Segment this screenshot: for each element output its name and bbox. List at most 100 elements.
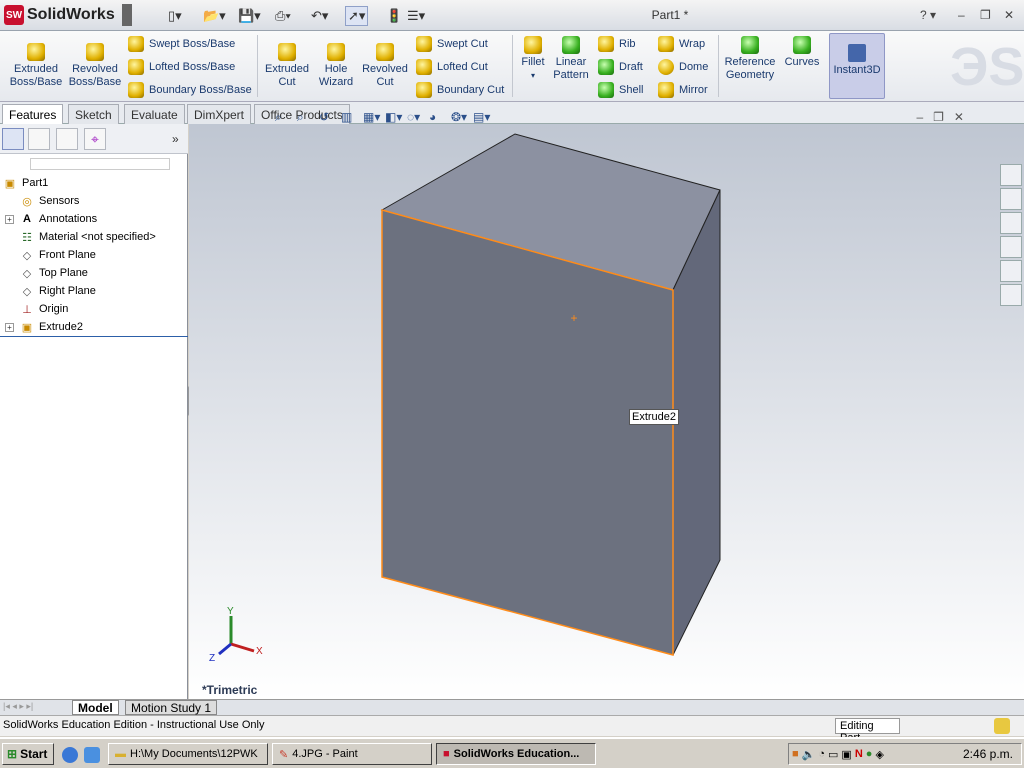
norton-icon[interactable]: N: [855, 748, 863, 760]
reference-geometry-button[interactable]: Reference Geometry: [722, 36, 778, 82]
volume-icon[interactable]: 🔈: [802, 748, 816, 761]
section-view-icon[interactable]: ▥: [341, 110, 357, 126]
custom-properties-icon[interactable]: [1000, 284, 1022, 306]
start-button[interactable]: ⊞ Start: [2, 743, 54, 765]
lofted-cut-button[interactable]: Lofted Cut: [416, 59, 488, 75]
mirror-button[interactable]: Mirror: [658, 82, 708, 98]
file-explorer-icon[interactable]: [1000, 212, 1022, 234]
tab-scroll-arrows-icon[interactable]: |◂ ◂ ▸ ▸|: [3, 701, 33, 712]
solidworks-logo[interactable]: SW SolidWorks: [4, 4, 132, 26]
wrap-button[interactable]: Wrap: [658, 36, 705, 52]
view-orientation-icon[interactable]: ▦▾: [363, 110, 380, 126]
tab-motion-study-1[interactable]: Motion Study 1: [125, 700, 218, 715]
view-settings-icon[interactable]: ▤▾: [473, 110, 490, 126]
fillet-button[interactable]: Fillet ▾: [518, 36, 548, 82]
design-library-icon[interactable]: [1000, 188, 1022, 210]
linear-pattern-button[interactable]: Linear Pattern: [550, 36, 592, 82]
curves-button[interactable]: Curves: [782, 36, 822, 69]
boundary-boss-button[interactable]: Boundary Boss/Base: [128, 82, 252, 98]
task-solidworks[interactable]: ■ SolidWorks Education...: [436, 743, 596, 765]
tray-app-icon[interactable]: ■: [792, 748, 799, 760]
expand-panel-icon[interactable]: »: [172, 132, 179, 146]
edit-appearance-icon[interactable]: ◕: [429, 110, 445, 126]
wireless-icon[interactable]: ◈: [875, 748, 883, 761]
rebuild-status-icon[interactable]: [994, 718, 1010, 734]
dome-button[interactable]: Dome: [658, 59, 708, 75]
zoom-to-area-icon[interactable]: ⌕: [297, 110, 313, 126]
task-my-documents[interactable]: ▬ H:\My Documents\12PWK: [108, 743, 268, 765]
tab-model[interactable]: Model: [72, 700, 119, 715]
rollback-bar[interactable]: [0, 336, 188, 337]
display-icon[interactable]: ▣: [841, 748, 851, 761]
zoom-to-fit-icon[interactable]: ⌕: [275, 110, 291, 126]
revolved-cut-button[interactable]: Revolved Cut: [360, 43, 410, 89]
save-icon[interactable]: 💾▾: [238, 6, 261, 26]
options-icon[interactable]: ☰▾: [407, 6, 425, 26]
quicklaunch-icon[interactable]: [84, 747, 100, 763]
task-paint[interactable]: ✎ 4.JPG - Paint: [272, 743, 432, 765]
part-icon: ▣: [4, 177, 16, 190]
menu-arrow-icon[interactable]: [121, 4, 132, 26]
print-icon[interactable]: ⎙▾: [275, 6, 291, 26]
swept-cut-button[interactable]: Swept Cut: [416, 36, 488, 52]
rebuild-icon[interactable]: 🚦: [386, 6, 402, 26]
swept-boss-button[interactable]: Swept Boss/Base: [128, 36, 235, 52]
open-icon[interactable]: 📂▾: [203, 6, 226, 26]
tree-filter-input[interactable]: [30, 158, 170, 170]
minimize-button[interactable]: –: [958, 8, 965, 22]
tree-item-front-plane[interactable]: ◇ Front Plane: [0, 246, 188, 264]
hide-show-items-icon[interactable]: ◌▾: [407, 110, 423, 126]
fillet-dropdown-icon[interactable]: ▾: [518, 69, 548, 82]
apply-scene-icon[interactable]: ❂▾: [451, 110, 467, 126]
instant3d-button[interactable]: Instant3D: [829, 33, 885, 99]
internet-explorer-icon[interactable]: [62, 747, 78, 763]
tree-item-origin[interactable]: ⊥ Origin: [0, 300, 188, 318]
hole-wizard-button[interactable]: Hole Wizard: [314, 43, 358, 89]
fillet-label: Fillet: [521, 56, 545, 68]
display-style-icon[interactable]: ◧▾: [385, 110, 402, 126]
boundary-cut-button[interactable]: Boundary Cut: [416, 82, 504, 98]
restore-button[interactable]: ❐: [980, 8, 991, 22]
tree-root[interactable]: ▣ Part1: [0, 174, 188, 192]
viewport-window-controls[interactable]: – ❐ ✕: [917, 110, 965, 124]
configurationmanager-tab-icon[interactable]: [56, 128, 78, 150]
previous-view-icon[interactable]: ↺: [319, 110, 335, 126]
safely-remove-icon[interactable]: ▭: [828, 748, 838, 761]
tree-item-extrude2[interactable]: + ▣ Extrude2: [0, 318, 188, 336]
tab-features[interactable]: Features: [2, 104, 64, 124]
lofted-boss-button[interactable]: Lofted Boss/Base: [128, 59, 235, 75]
resources-home-icon[interactable]: [1000, 164, 1022, 186]
tree-item-material[interactable]: ☷ Material <not specified>: [0, 228, 188, 246]
extruded-cut-button[interactable]: Extruded Cut: [262, 43, 312, 89]
feature-tooltip: Extrude2: [629, 409, 680, 425]
network-icon[interactable]: ◔: [818, 748, 825, 760]
tab-evaluate[interactable]: Evaluate: [124, 104, 185, 124]
clock[interactable]: 2:46 p.m.: [963, 747, 1013, 761]
dimxpert-tab-icon[interactable]: ⌖: [84, 128, 106, 150]
graphics-area[interactable]: + Y X Z – ❐ ✕: [189, 110, 1024, 699]
appearances-icon[interactable]: [1000, 260, 1022, 282]
close-button[interactable]: ✕: [1004, 8, 1014, 22]
tree-item-right-plane[interactable]: ◇ Right Plane: [0, 282, 188, 300]
undo-icon[interactable]: ↶▾: [311, 6, 328, 26]
update-icon[interactable]: ●: [866, 748, 873, 760]
revolved-boss-button[interactable]: Revolved Boss/Base: [67, 43, 123, 89]
help-icon[interactable]: ? ▾: [920, 8, 936, 22]
rib-button[interactable]: Rib: [598, 36, 636, 52]
shell-button[interactable]: Shell: [598, 82, 643, 98]
tab-sketch[interactable]: Sketch: [68, 104, 119, 124]
expand-icon[interactable]: +: [5, 214, 14, 224]
select-pointer-icon[interactable]: ➚▾: [345, 6, 369, 26]
expand-icon[interactable]: +: [5, 322, 14, 332]
tree-item-top-plane[interactable]: ◇ Top Plane: [0, 264, 188, 282]
view-palette-icon[interactable]: [1000, 236, 1022, 258]
tab-dimxpert[interactable]: DimXpert: [187, 104, 252, 124]
propertymanager-tab-icon[interactable]: [28, 128, 50, 150]
extruded-boss-button[interactable]: Extruded Boss/Base: [8, 43, 64, 89]
new-document-icon[interactable]: ▯▾: [168, 6, 182, 26]
draft-button[interactable]: Draft: [598, 59, 643, 75]
tree-item-sensors[interactable]: ◎ Sensors: [0, 192, 188, 210]
tree-item-annotations[interactable]: + A Annotations: [0, 210, 188, 228]
panel-tabs: ⌖ »: [0, 124, 188, 154]
featuremanager-tab-icon[interactable]: [2, 128, 24, 150]
